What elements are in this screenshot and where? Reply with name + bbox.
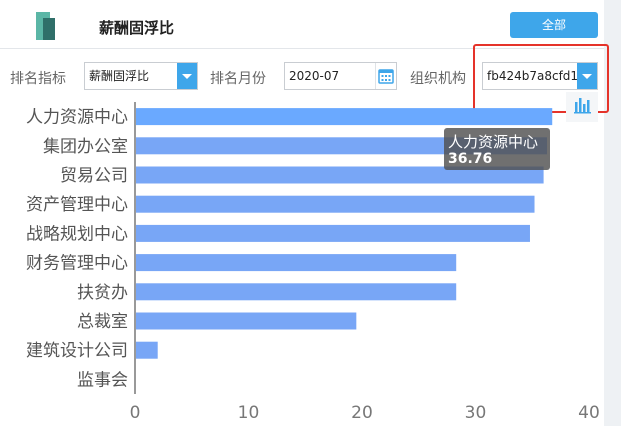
tooltip-value: 36.76 xyxy=(448,151,493,167)
x-tick-label: 40 xyxy=(578,403,600,423)
x-tick-label: 10 xyxy=(238,403,260,423)
y-tick-label: 资产管理中心 xyxy=(26,195,128,215)
y-tick-label: 建筑设计公司 xyxy=(26,341,128,361)
y-tick-label: 贸易公司 xyxy=(60,166,128,186)
chart-bar[interactable] xyxy=(136,312,357,330)
y-tick-label: 监事会 xyxy=(77,370,128,390)
chart-tooltip: 人力资源中心 36.76 xyxy=(444,128,550,170)
chart-bar[interactable] xyxy=(136,254,457,272)
chart-bar[interactable] xyxy=(136,195,535,213)
x-tick-label: 30 xyxy=(465,403,487,423)
y-tick-label: 战略规划中心 xyxy=(26,224,128,244)
chart-bar[interactable] xyxy=(136,224,530,242)
x-tick-label: 0 xyxy=(130,403,141,423)
chart-bar[interactable] xyxy=(136,108,553,126)
chart-bar[interactable] xyxy=(136,341,158,359)
tooltip-category: 人力资源中心 xyxy=(448,133,539,151)
y-tick-label: 人力资源中心 xyxy=(26,108,128,128)
y-tick-label: 财务管理中心 xyxy=(26,254,128,274)
main-panel: 薪酬固浮比 全部 排名指标 薪酬固浮比 排名月份 2020-07 组织机构 fb… xyxy=(0,0,609,426)
y-tick-label: 扶贫办 xyxy=(77,283,128,303)
y-tick-label: 总裁室 xyxy=(77,312,128,332)
chart-bar[interactable] xyxy=(136,283,457,301)
ranking-bar-chart: 人力资源中心集团办公室贸易公司资产管理中心战略规划中心财务管理中心扶贫办总裁室建… xyxy=(26,102,600,423)
y-tick-label: 集团办公室 xyxy=(43,137,128,157)
x-tick-label: 20 xyxy=(351,403,373,423)
